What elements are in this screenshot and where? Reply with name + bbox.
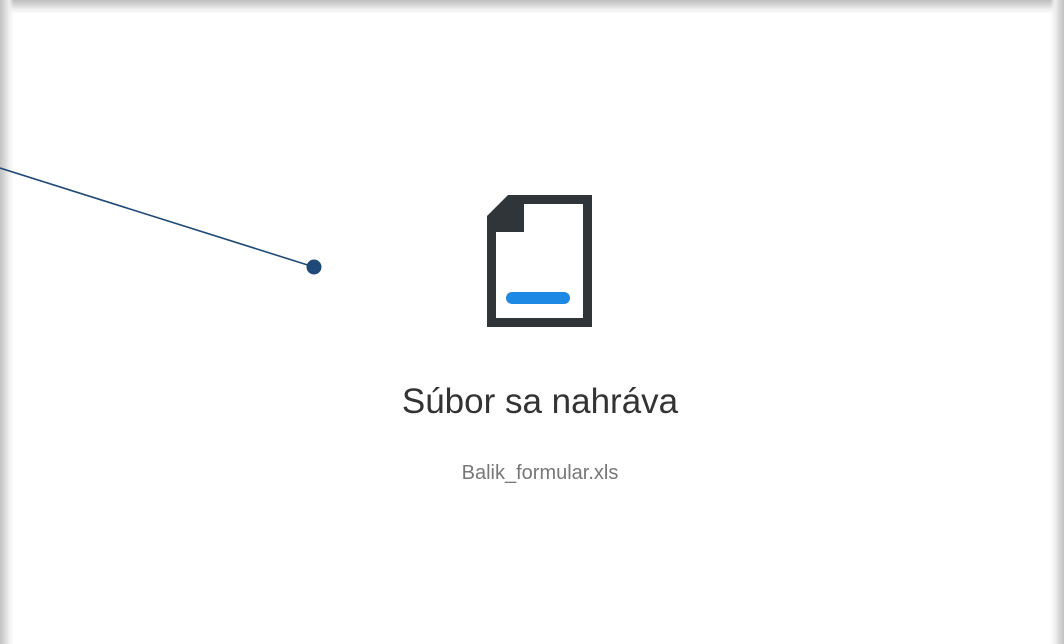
- document-upload-icon: [487, 195, 592, 327]
- upload-progress-bar: [506, 292, 570, 304]
- upload-screen: Súbor sa nahráva Balik_formular.xls: [0, 0, 1064, 644]
- upload-status-title: Súbor sa nahráva: [401, 382, 679, 421]
- uploading-file-name: Balik_formular.xls: [461, 462, 619, 484]
- upload-panel: Súbor sa nahráva Balik_formular.xls: [0, 0, 1064, 644]
